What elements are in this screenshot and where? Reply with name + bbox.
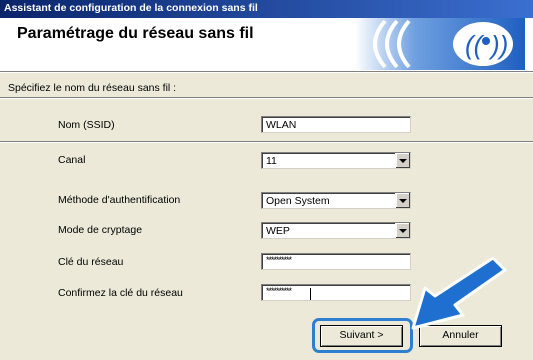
divider	[0, 97, 533, 99]
encryption-label: Mode de cryptage	[58, 224, 143, 236]
key-label: Clé du réseau	[58, 256, 124, 268]
encryption-select[interactable]: WEP	[261, 222, 411, 239]
key-input[interactable]: **********	[261, 253, 411, 270]
confirm-key-label: Confirmez la clé du réseau	[58, 287, 183, 299]
text-cursor	[310, 288, 311, 300]
ssid-label: Nom (SSID)	[58, 119, 115, 131]
wizard-header: Paramétrage du réseau sans fil (( ))	[0, 18, 533, 72]
chevron-down-icon[interactable]	[395, 223, 410, 238]
pointer-arrow-icon	[411, 256, 507, 330]
auth-value: Open System	[266, 195, 330, 207]
channel-select[interactable]: 11	[261, 152, 411, 169]
auth-select[interactable]: Open System	[261, 192, 411, 209]
chevron-down-icon[interactable]	[395, 193, 410, 208]
chevron-down-icon[interactable]	[395, 153, 410, 168]
page-title: Paramétrage du réseau sans fil	[17, 25, 254, 42]
channel-label: Canal	[58, 154, 86, 166]
ssid-input[interactable]: WLAN	[261, 116, 411, 133]
confirm-key-input[interactable]: **********	[261, 284, 411, 301]
channel-value: 11	[266, 155, 277, 167]
intro-text: Spécifiez le nom du réseau sans fil :	[8, 82, 177, 94]
window-title: Assistant de configuration de la connexi…	[4, 2, 258, 14]
title-bar: Assistant de configuration de la connexi…	[0, 0, 533, 18]
wireless-signal-icon: (( ))	[355, 18, 525, 70]
auth-label: Méthode d'authentification	[58, 194, 181, 206]
encryption-value: WEP	[266, 225, 290, 237]
svg-text:)): ))	[488, 30, 508, 60]
svg-text:((: ((	[465, 30, 485, 60]
divider	[0, 141, 533, 143]
